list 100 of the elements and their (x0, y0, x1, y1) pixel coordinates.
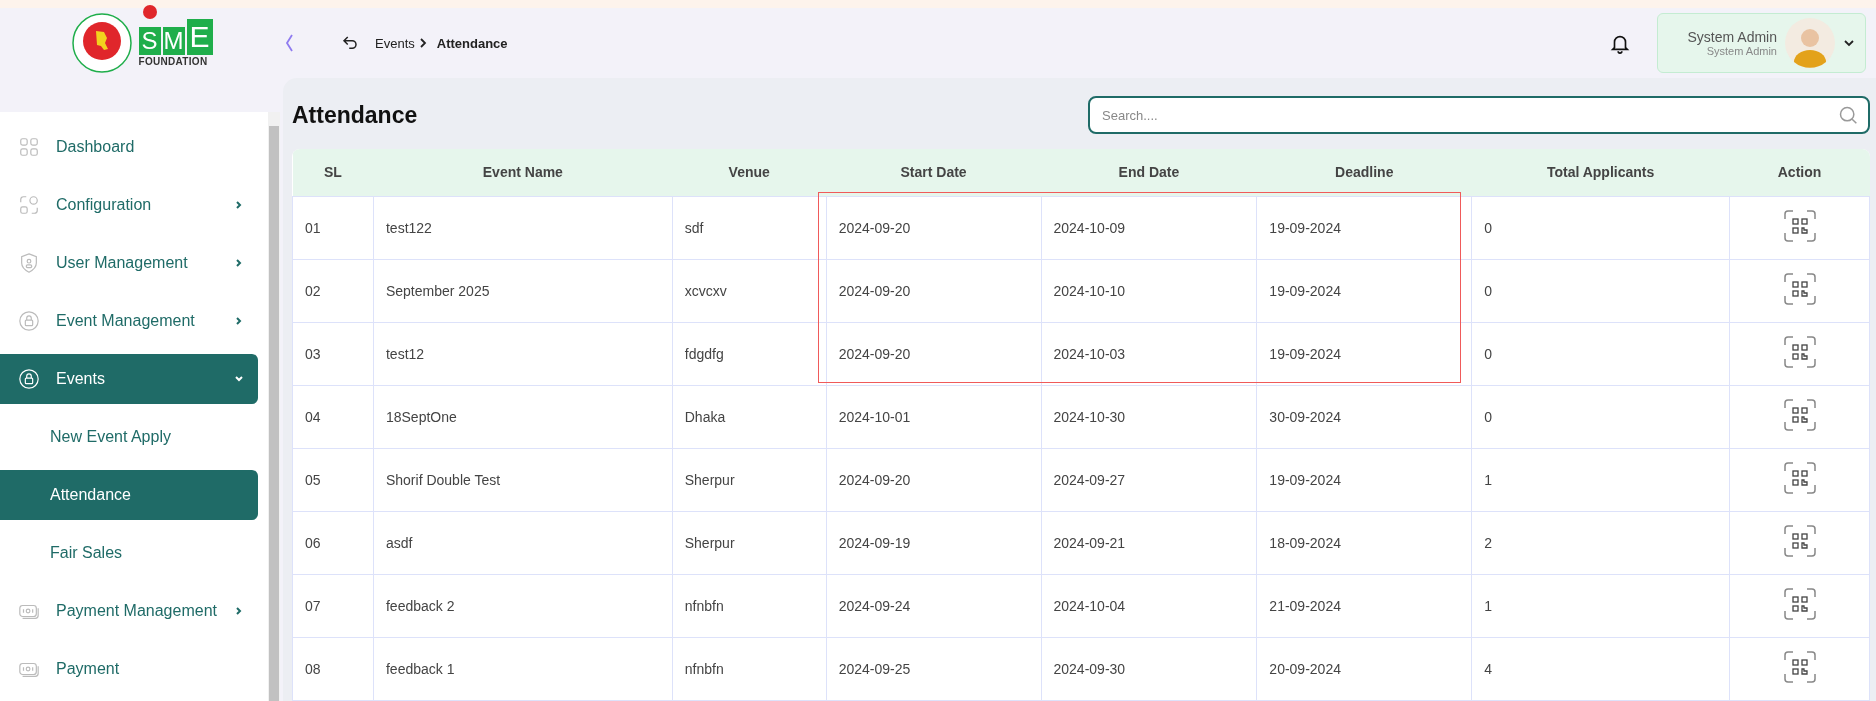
table-cell: nfnbfn (672, 574, 827, 638)
scrollbar[interactable] (268, 112, 280, 701)
table-cell: 2024-09-20 (826, 196, 1041, 260)
table-cell: 30-09-2024 (1256, 385, 1472, 449)
table-cell: 19-09-2024 (1256, 259, 1472, 323)
logo-letter: M (162, 27, 185, 55)
table-cell: 19-09-2024 (1256, 196, 1472, 260)
qr-code-button[interactable] (1782, 587, 1817, 621)
page-title: Attendance (292, 101, 418, 129)
sidebar-item[interactable]: Payment (0, 644, 258, 694)
user-name: System Admin (1687, 29, 1777, 45)
table-cell: 2024-09-20 (826, 322, 1041, 386)
column-header: Total Applicants (1471, 148, 1730, 197)
table-cell: 0 (1471, 259, 1730, 323)
lock-icon (18, 310, 40, 332)
table-cell: 2024-10-30 (1041, 385, 1257, 449)
qr-code-button[interactable] (1782, 650, 1817, 684)
table-cell: 07 (292, 574, 374, 638)
table-cell: 2024-09-20 (826, 448, 1041, 512)
table-cell: 18-09-2024 (1256, 511, 1472, 575)
qr-code-button[interactable] (1782, 398, 1817, 432)
table-cell: 2024-10-03 (1041, 322, 1257, 386)
breadcrumb-link[interactable]: Events (375, 35, 415, 51)
table-cell: 2024-09-20 (826, 259, 1041, 323)
table-cell: 2024-10-10 (1041, 259, 1257, 323)
breadcrumb-current: Attendance (436, 35, 508, 51)
sidebar-subitem[interactable]: Attendance (0, 470, 258, 520)
collapse-icon[interactable] (283, 33, 295, 53)
table-cell: 1 (1471, 448, 1730, 512)
table-cell: 05 (292, 448, 374, 512)
dot-icon (142, 5, 157, 19)
sidebar-item[interactable]: Configuration (0, 180, 258, 230)
table-cell: 2024-10-01 (826, 385, 1041, 449)
logo-subtitle: FOUNDATION (138, 56, 208, 67)
shield-icon (18, 252, 40, 274)
emblem-icon (70, 12, 133, 74)
shapes-icon (18, 194, 40, 216)
table-cell: 2024-09-25 (826, 637, 1041, 701)
search-field[interactable]: Search.... (1088, 96, 1870, 135)
table-cell: feedback 1 (373, 637, 673, 701)
table-cell: 03 (292, 322, 374, 386)
logo-letter: E (186, 19, 213, 55)
qr-code-button[interactable] (1782, 524, 1817, 558)
table-cell: test122 (373, 196, 673, 260)
search-icon (1838, 105, 1858, 126)
table-cell: 04 (292, 385, 374, 449)
qr-code-button[interactable] (1782, 209, 1817, 243)
table-cell: 2024-09-24 (826, 574, 1041, 638)
column-header: Event Name (373, 148, 673, 197)
table-cell: 19-09-2024 (1256, 322, 1472, 386)
sidebar-item[interactable]: Dashboard (0, 122, 258, 172)
user-menu[interactable]: System Admin System Admin (1656, 13, 1866, 73)
table-cell: 19-09-2024 (1256, 448, 1472, 512)
table-cell: Shorif Double Test (373, 448, 673, 512)
table-cell: 02 (292, 259, 374, 323)
table-cell: 06 (292, 511, 374, 575)
sidebar-item[interactable]: Events (0, 354, 258, 404)
table-cell: 2024-09-21 (1041, 511, 1257, 575)
table-cell: 2024-09-19 (826, 511, 1041, 575)
table-cell: nfnbfn (672, 637, 827, 701)
table-cell: 21-09-2024 (1256, 574, 1472, 638)
table-cell: 2 (1471, 511, 1730, 575)
sidebar-item[interactable]: Event Management (0, 296, 258, 346)
table-cell: 4 (1471, 637, 1730, 701)
table-cell: xcvcxv (672, 259, 827, 323)
table-cell: 20-09-2024 (1256, 637, 1472, 701)
grid-icon (18, 136, 40, 158)
user-role: System Admin (1705, 45, 1777, 57)
table-cell: 0 (1471, 322, 1730, 386)
table-cell: Sherpur (672, 448, 827, 512)
table-cell: feedback 2 (373, 574, 673, 638)
table-cell: 18SeptOne (373, 385, 673, 449)
table-cell: 2024-10-09 (1041, 196, 1257, 260)
sidebar-item[interactable]: User Management (0, 238, 258, 288)
table-cell: 1 (1471, 574, 1730, 638)
column-header: Venue (672, 148, 827, 197)
column-header: Action (1729, 148, 1870, 197)
chevron-icon (418, 37, 427, 49)
table-cell: test12 (373, 322, 673, 386)
qr-code-button[interactable] (1782, 461, 1817, 495)
table-cell: 2024-09-27 (1041, 448, 1257, 512)
sidebar-subitem[interactable]: New Event Apply (0, 412, 258, 462)
table-cell: September 2025 (373, 259, 673, 323)
avatar-icon (1785, 18, 1835, 68)
sidebar-item[interactable]: Payment Management (0, 586, 258, 636)
table-cell: fdgdfg (672, 322, 827, 386)
sidebar-subitem[interactable]: Fair Sales (0, 528, 258, 578)
qr-code-button[interactable] (1782, 272, 1817, 306)
table-cell: 2024-10-04 (1041, 574, 1257, 638)
table-cell: 0 (1471, 196, 1730, 260)
table-cell: 2024-09-30 (1041, 637, 1257, 701)
table-cell: 01 (292, 196, 374, 260)
column-header: Start Date (826, 148, 1041, 197)
qr-code-button[interactable] (1782, 335, 1817, 369)
table-cell: 0 (1471, 385, 1730, 449)
column-header: End Date (1041, 148, 1257, 197)
undo-icon[interactable] (341, 34, 359, 52)
chevron-down-icon (1843, 39, 1855, 47)
column-header: SL (292, 148, 374, 197)
lock-icon (18, 368, 40, 390)
